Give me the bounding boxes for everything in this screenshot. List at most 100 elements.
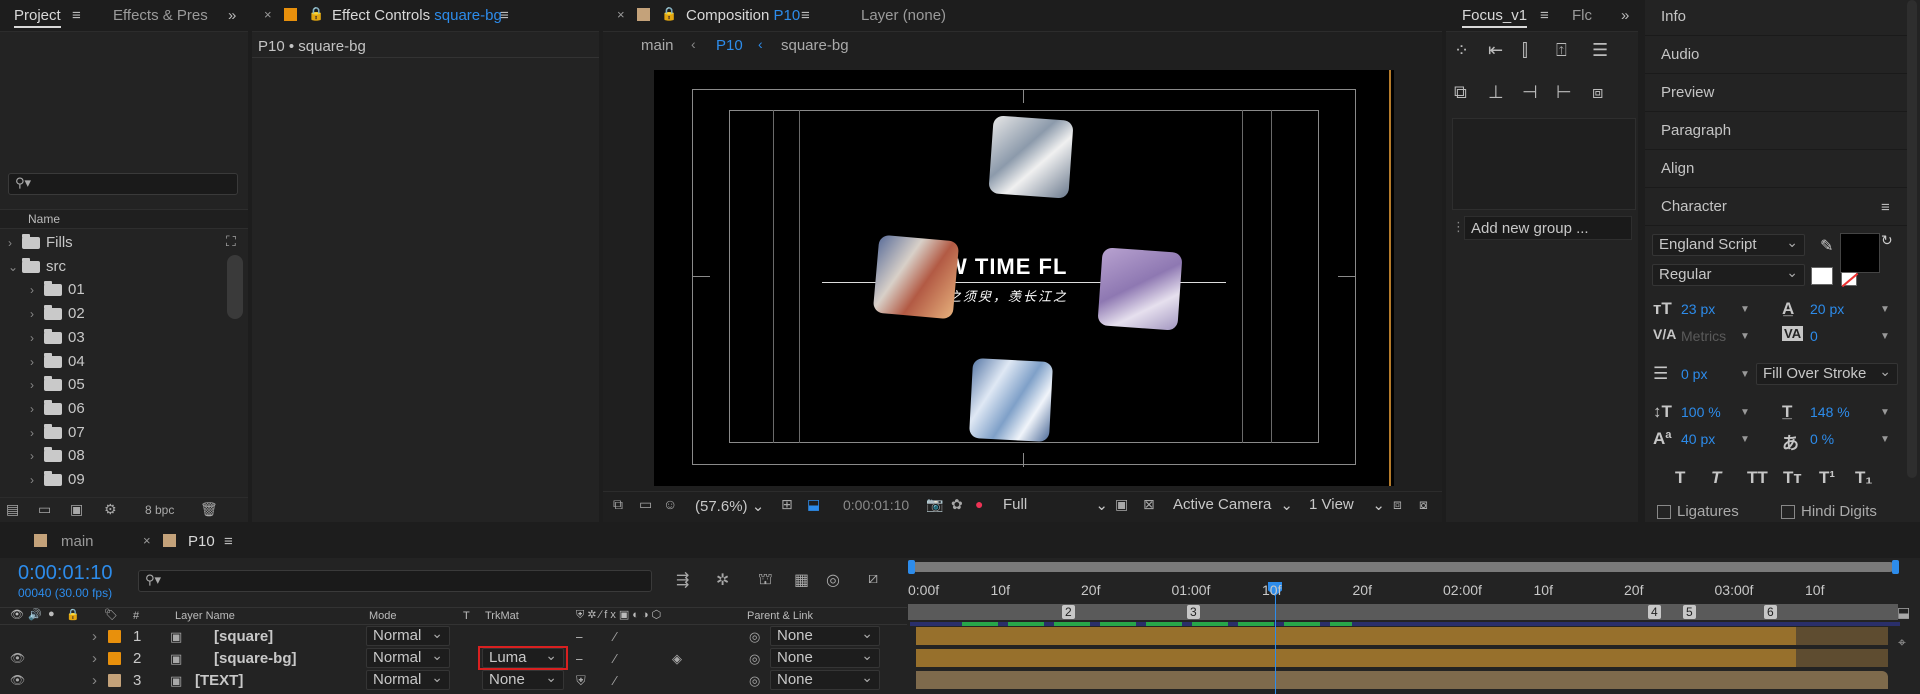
leading-value[interactable]: 20 px (1810, 301, 1844, 317)
vertical-scale-value[interactable]: 100 % (1681, 404, 1721, 420)
stroke-type-dropdown[interactable]: Fill Over Stroke (1756, 361, 1898, 385)
composition-menu-icon[interactable]: ≡ (801, 7, 810, 24)
eyedropper-icon[interactable]: ✎ (1820, 236, 1833, 256)
layer-name[interactable]: [square] (214, 626, 273, 647)
pickwhip-icon[interactable]: ◎ (749, 670, 760, 691)
chevron-right-icon[interactable]: › (30, 469, 44, 492)
tab-effects[interactable]: Effects & Pres (113, 7, 208, 24)
project-item[interactable]: › 06 (30, 397, 85, 420)
timeline-zoom-icon[interactable]: ⬓ (1897, 604, 1910, 621)
work-area-end[interactable] (1892, 560, 1899, 574)
tab-composition[interactable]: Composition P10 (686, 7, 800, 24)
layer-row[interactable]: 👁›2▣[square-bg]NormalLuma⎯∕◈◎None (0, 646, 907, 669)
tab-effect-controls[interactable]: Effect Controls square-bg (332, 7, 502, 24)
trash-icon[interactable]: 🗑 (200, 501, 218, 518)
pickwhip-icon[interactable]: ◎ (749, 626, 760, 647)
chevron-right-icon[interactable]: › (30, 422, 44, 445)
layer-bar-3[interactable] (916, 671, 1888, 689)
right-panel-item-character[interactable]: Character (1645, 190, 1907, 226)
quality-switch-icon[interactable]: ∕ (614, 648, 616, 669)
tab-project[interactable]: Project (14, 7, 61, 28)
chevron-right-icon[interactable]: › (92, 626, 97, 647)
chevron-down-icon[interactable]: ▼ (1740, 369, 1750, 380)
tab-main[interactable]: main (61, 533, 94, 550)
draft-3d-icon[interactable]: ✲ (716, 570, 729, 590)
layer-name[interactable]: [square-bg] (214, 648, 297, 669)
layer-mode-dropdown[interactable]: Normal (366, 646, 450, 668)
show-snapshot-icon[interactable]: ✿ (951, 496, 963, 513)
right-panel-item-info[interactable]: Info (1645, 0, 1907, 36)
right-panel-item-paragraph[interactable]: Paragraph (1645, 114, 1907, 150)
chevron-right-icon[interactable]: › (30, 303, 44, 326)
align-list-icon[interactable]: ☰ (1592, 40, 1608, 61)
tab-focus[interactable]: Focus_v1 (1462, 7, 1528, 28)
comp-mini-flowchart-icon[interactable]: ⇶ (676, 570, 689, 590)
col-layer-name[interactable]: Layer Name (175, 610, 235, 622)
work-area-start[interactable] (908, 560, 915, 574)
quality-switch-icon[interactable]: ∕ (614, 626, 616, 647)
transparency-grid-icon[interactable]: ⊠ (1143, 496, 1155, 513)
solo-icon[interactable]: ● (48, 608, 55, 620)
text-style-button[interactable]: T¹ (1819, 468, 1835, 488)
hindi-digits-checkbox[interactable] (1781, 505, 1795, 519)
close-icon[interactable]: × (264, 7, 272, 22)
shy-switch-icon[interactable]: ⎯ (576, 648, 583, 669)
project-search-input[interactable]: ⚲▾ (8, 173, 238, 195)
distribute-5-icon[interactable]: ⧈ (1592, 82, 1603, 103)
chevron-right-icon[interactable]: › (92, 648, 97, 669)
col-trkmat[interactable]: TrkMat (485, 610, 519, 622)
layer-name[interactable]: [TEXT] (195, 670, 243, 691)
effect-controls-menu-icon[interactable]: ≡ (500, 7, 509, 24)
add-group-button[interactable]: Add new group ... (1464, 216, 1632, 240)
work-area-bar[interactable] (911, 562, 1895, 572)
chevron-right-icon[interactable]: › (30, 398, 44, 421)
project-item[interactable]: › 03 (30, 326, 85, 349)
col-parent[interactable]: Parent & Link (747, 610, 813, 622)
graph-editor-icon[interactable]: ⧄ (868, 570, 878, 588)
layer-bar-1[interactable] (916, 627, 1796, 645)
tab-layer[interactable]: Layer (none) (861, 7, 946, 24)
project-item[interactable]: › 08 (30, 444, 85, 467)
lock-icon[interactable]: 🔒 (308, 6, 324, 22)
project-item[interactable]: › 04 (30, 350, 85, 373)
frame-blending-icon[interactable]: ▦ (794, 570, 809, 590)
timeline-timecode[interactable]: 0:00:01:10 (18, 562, 113, 585)
color-channels-icon[interactable]: ● (975, 496, 983, 512)
eye-icon[interactable]: 👁 (10, 608, 24, 621)
tab-flc[interactable]: Flc (1572, 7, 1592, 24)
chevron-down-icon[interactable]: ▼ (1740, 407, 1750, 418)
monitor-icon[interactable]: ▭ (639, 496, 652, 513)
distribute-1-icon[interactable]: ⧉ (1454, 82, 1467, 103)
snapshot-icon[interactable]: 📷 (926, 496, 943, 513)
parent-dropdown[interactable]: None (770, 624, 880, 646)
flowchart-icon[interactable]: ⛶ (226, 233, 236, 250)
resolution-dropdown[interactable]: Full ⌄ (1003, 496, 1108, 514)
interpret-footage-icon[interactable]: ▤ (6, 501, 19, 518)
right-panel-scrollbar[interactable] (1907, 0, 1917, 478)
ligatures-checkbox[interactable] (1657, 505, 1671, 519)
label-color-swatch[interactable] (108, 630, 121, 643)
align-anchor-icon[interactable]: ⍐ (1556, 40, 1567, 61)
pickwhip-icon[interactable]: ◎ (749, 648, 760, 669)
right-panel-item-audio[interactable]: Audio (1645, 38, 1907, 74)
grid-icon[interactable]: ⊞ (781, 496, 793, 513)
project-scrollbar[interactable] (227, 255, 243, 319)
region-icon[interactable]: ⬓ (807, 496, 820, 513)
shy-switch-icon[interactable]: ⎯ (576, 626, 583, 647)
crumb-main[interactable]: main (641, 37, 674, 54)
chevron-down-icon[interactable]: ▼ (1740, 434, 1750, 445)
project-item[interactable]: › 05 (30, 373, 85, 396)
fast-preview-icon[interactable]: ▣ (1115, 496, 1128, 513)
comp-flowchart-icon[interactable]: ⧈ (1393, 496, 1402, 513)
chevron-right-icon[interactable]: › (30, 374, 44, 397)
adjustment-icon[interactable]: ◈ (672, 648, 682, 669)
tracking-value[interactable]: 0 (1810, 328, 1818, 344)
no-fill-swatch[interactable] (1841, 272, 1859, 288)
always-preview-icon[interactable]: ⧉ (613, 496, 623, 513)
close-icon[interactable]: × (617, 7, 625, 22)
chevron-down-icon[interactable]: ▼ (1880, 331, 1890, 342)
composition-viewer[interactable]: W TIME FL 之须臾，羡长江之 (654, 70, 1394, 486)
text-style-button[interactable]: T (1711, 468, 1721, 488)
crumb-square-bg[interactable]: square-bg (781, 37, 849, 54)
tsume-value[interactable]: 0 % (1810, 431, 1834, 447)
